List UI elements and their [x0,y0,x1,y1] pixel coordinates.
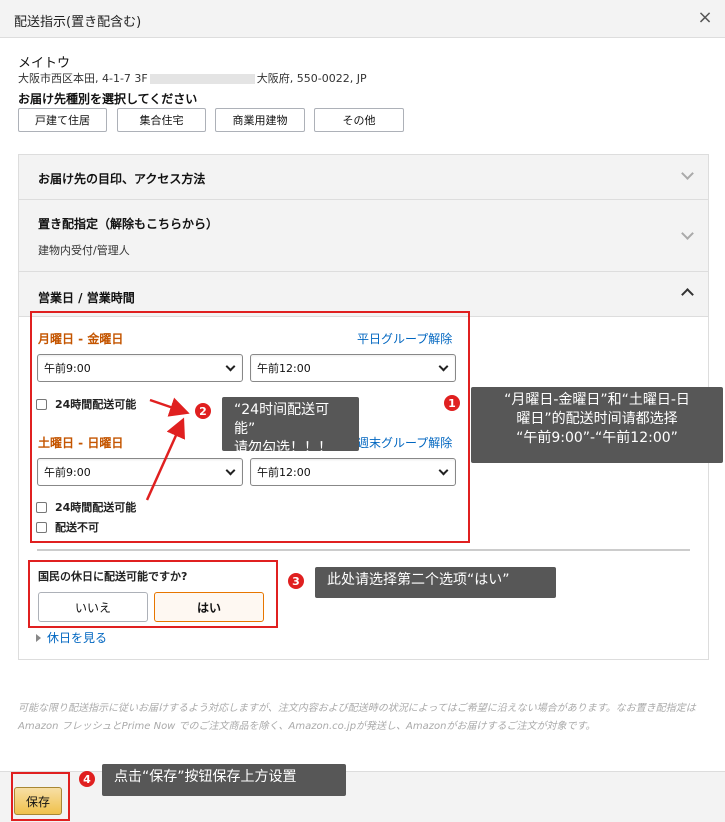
section-okihai-title: 置き配指定（解除もこちらから） [38,217,219,231]
annotation-badge-4: 4 [79,771,95,787]
annotation-box-holiday [28,560,278,628]
annotation-badge-2: 2 [195,403,211,419]
section-hours-title: 営業日 / 営業時間 [38,291,135,305]
delivery-type-apartment-button[interactable]: 集合住宅 [117,108,206,132]
dialog-header: 配送指示(置き配含む) × [0,0,725,38]
section-landmark[interactable]: お届け先の目印、アクセス方法 [19,155,708,200]
section-okihai[interactable]: 置き配指定（解除もこちらから） 建物内受付/管理人 [19,200,708,272]
okihai-value: 建物内受付/管理人 [38,244,130,257]
delivery-type-title: お届け先種別を選択してください [18,92,198,106]
annotation-callout-3: 此处请选择第二个选项“はい” [315,567,556,598]
address-line: 大阪市西区本田, 4-1-7 3F 大阪府, 550-0022, JP [18,70,367,86]
divider [37,549,690,551]
delivery-type-house-button[interactable]: 戸建て住居 [18,108,107,132]
callout-2-line-2: 请勿勾选！！！ [234,440,332,456]
redacted-text [149,74,255,84]
section-landmark-title: お届け先の目印、アクセス方法 [38,172,206,186]
annotation-badge-1: 1 [444,395,460,411]
view-holidays-label: 休日を見る [47,631,108,645]
annotation-callout-1: “月曜日-金曜日”和“土曜日-日 曜日”的配送时间请都选择 “午前9:00”-“… [471,387,723,463]
caret-right-icon [36,633,41,642]
annotation-box-save [11,772,70,821]
annotation-callout-2: “24时间配送可能” 请勿勾选！！！ [222,397,359,456]
address-name: メイトウ [18,56,71,71]
address-line-prefix: 大阪市西区本田, 4-1-7 3F [18,72,148,85]
view-holidays-link[interactable]: 休日を見る [36,629,107,646]
annotation-badge-3: 3 [288,573,304,589]
footnote: 可能な限り配送指示に従いお届けするよう対応しますが、注文内容および配送時の状況に… [18,703,696,732]
callout-1-line-2: 曜日”的配送时间请都选择 [516,411,678,427]
chevron-down-icon [681,167,694,180]
delivery-type-other-button[interactable]: その他 [314,108,404,132]
callout-2-line-1: “24时间配送可能” [234,402,330,437]
close-icon[interactable]: × [697,8,713,28]
chevron-up-icon [681,288,694,301]
delivery-type-commercial-button[interactable]: 商業用建物 [215,108,305,132]
callout-1-line-3: “午前9:00”-“午前12:00” [516,430,678,446]
annotation-callout-4: 点击“保存”按钮保存上方设置 [102,764,346,796]
callout-1-line-1: “月曜日-金曜日”和“土曜日-日 [504,392,690,408]
address-line-suffix: 大阪府, 550-0022, JP [256,72,367,85]
dialog-title: 配送指示(置き配含む) [14,15,142,30]
chevron-down-icon [681,227,694,240]
